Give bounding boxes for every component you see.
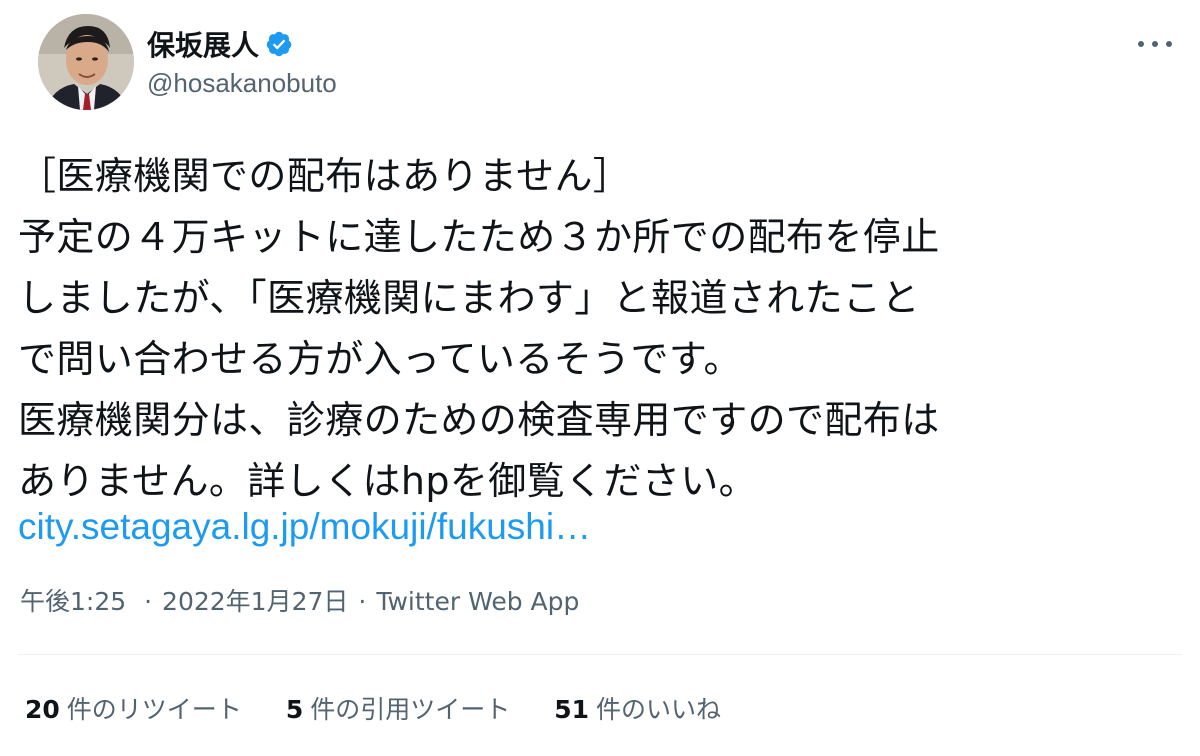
more-dot-icon (1138, 41, 1144, 47)
tweet-stats: 20 件のリツイート 5 件の引用ツイート 51 件のいいね (25, 690, 765, 726)
likes-label: 件のいいね (596, 695, 722, 724)
retweets-count: 20 (25, 695, 60, 724)
likes-stat[interactable]: 51 件のいいね (554, 690, 721, 726)
avatar[interactable] (38, 14, 134, 110)
retweets-label: 件のリツイート (66, 695, 242, 724)
tweet-header: 保坂展人 @hosakanobuto (38, 14, 1178, 114)
tweet-meta: 午後1:25 · 2022年1月27日 · Twitter Web App (20, 582, 579, 618)
display-name[interactable]: 保坂展人 (147, 24, 259, 64)
tweet-date-link[interactable]: 2022年1月27日 (162, 587, 348, 616)
tweet-text-line: しましたが、「医療機関にまわす」と報道されたこと (18, 276, 920, 320)
quotes-count: 5 (285, 695, 304, 724)
more-dot-icon (1166, 41, 1172, 47)
divider (18, 654, 1182, 655)
more-options-button[interactable] (1138, 30, 1172, 58)
likes-count: 51 (554, 695, 590, 724)
user-handle[interactable]: @hosakanobuto (147, 68, 337, 99)
meta-separator: · (144, 587, 153, 616)
verified-badge-icon (265, 30, 293, 58)
author-info: 保坂展人 @hosakanobuto (147, 24, 337, 99)
tweet-text-line: 予定の４万キットに達したため３か所での配布を停止 (18, 215, 940, 259)
meta-separator: · (358, 587, 367, 616)
tweet-text-line: ［医療機関での配布はありません］ (18, 154, 632, 198)
retweets-stat[interactable]: 20 件のリツイート (25, 690, 242, 726)
tweet-text-line: で問い合わせる方が入っているそうです。 (18, 337, 742, 381)
quotes-label: 件の引用ツイート (310, 695, 511, 724)
tweet-text: ［医療機関での配布はありません］ 予定の４万キットに達したため３か所での配布を停… (18, 146, 1178, 512)
name-row: 保坂展人 (147, 24, 337, 64)
quotes-stat[interactable]: 5 件の引用ツイート (286, 690, 510, 726)
tweet-link[interactable]: city.setagaya.lg.jp/mokuji/fukushi… (18, 496, 591, 557)
avatar-image (38, 14, 134, 110)
tweet-text-line: 医療機関分は、診療のための検査専用ですので配布は (18, 398, 940, 442)
tweet-card: 保坂展人 @hosakanobuto ［医療機関での配布はありません］ 予定の４… (0, 0, 1200, 756)
tweet-source-link[interactable]: Twitter Web App (376, 587, 579, 616)
tweet-time-link[interactable]: 午後1:25 (20, 587, 126, 616)
more-dot-icon (1152, 41, 1158, 47)
